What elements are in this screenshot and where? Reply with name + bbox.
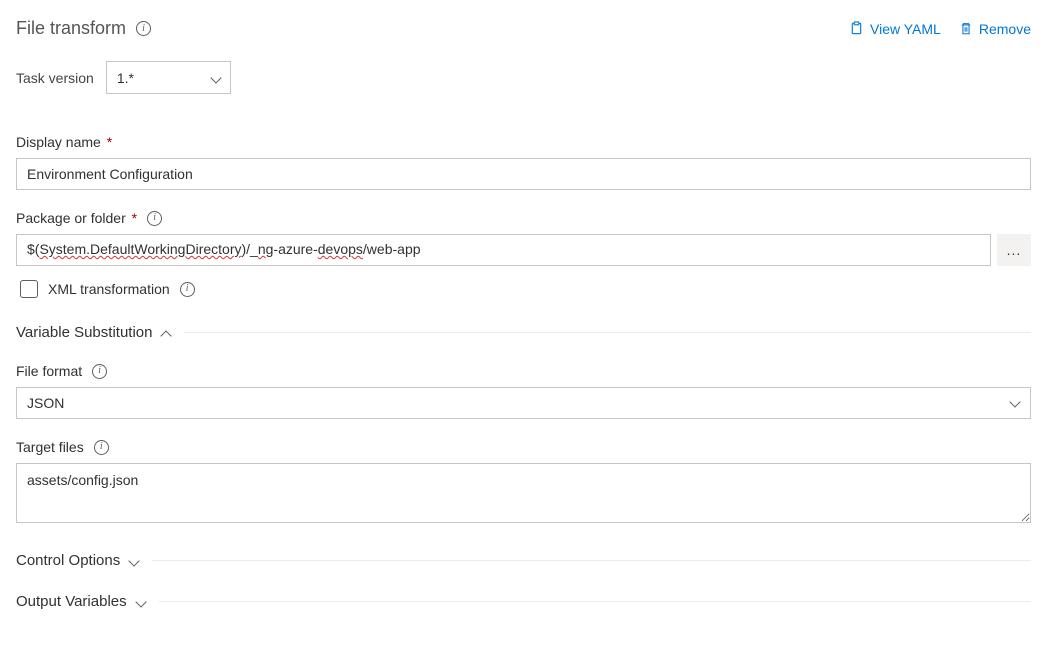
display-name-label: Display name [16, 134, 101, 150]
info-icon[interactable]: i [94, 440, 109, 455]
section-title: Variable Substitution [16, 324, 152, 341]
section-title: Control Options [16, 552, 120, 569]
divider [159, 601, 1031, 602]
info-icon[interactable]: i [92, 364, 107, 379]
chevron-up-icon [160, 328, 170, 338]
clipboard-icon [849, 21, 864, 36]
section-variable-substitution[interactable]: Variable Substitution [16, 318, 1031, 347]
section-control-options[interactable]: Control Options [16, 546, 1031, 575]
task-version-select[interactable]: 1.* [106, 61, 231, 94]
info-icon[interactable]: i [180, 282, 195, 297]
info-icon[interactable]: i [147, 211, 162, 226]
task-version-value: 1.* [117, 70, 134, 86]
xml-transform-checkbox[interactable] [20, 280, 38, 298]
page-title: File transform [16, 18, 126, 39]
divider [152, 560, 1031, 561]
trash-icon [959, 21, 973, 36]
file-format-label: File format [16, 363, 82, 379]
info-icon[interactable]: i [136, 21, 151, 36]
remove-link[interactable]: Remove [959, 21, 1031, 37]
divider [184, 332, 1031, 333]
target-files-textarea[interactable] [16, 463, 1031, 523]
chevron-down-icon [135, 597, 145, 607]
required-asterisk: * [132, 210, 137, 226]
browse-button[interactable]: ... [997, 234, 1031, 266]
view-yaml-link[interactable]: View YAML [849, 21, 941, 37]
remove-label: Remove [979, 21, 1031, 37]
file-format-select[interactable] [16, 387, 1031, 419]
package-folder-input[interactable] [16, 234, 991, 266]
chevron-down-icon [128, 556, 138, 566]
xml-transform-label: XML transformation [48, 281, 170, 297]
required-asterisk: * [107, 134, 112, 150]
package-folder-label: Package or folder [16, 210, 126, 226]
section-output-variables[interactable]: Output Variables [16, 587, 1031, 616]
section-title: Output Variables [16, 593, 127, 610]
task-version-label: Task version [16, 70, 94, 86]
display-name-input[interactable] [16, 158, 1031, 190]
target-files-label: Target files [16, 439, 84, 455]
chevron-down-icon [210, 73, 220, 83]
view-yaml-label: View YAML [870, 21, 941, 37]
